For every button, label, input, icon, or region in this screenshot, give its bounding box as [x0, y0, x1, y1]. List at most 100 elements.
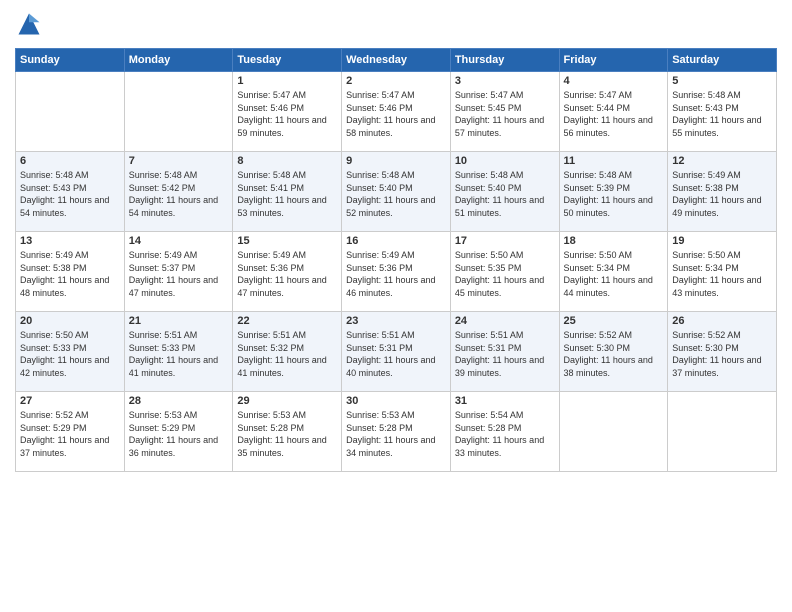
day-info: Sunrise: 5:51 AM Sunset: 5:32 PM Dayligh…: [237, 329, 337, 379]
day-number: 22: [237, 315, 337, 327]
day-info: Sunrise: 5:51 AM Sunset: 5:31 PM Dayligh…: [346, 329, 446, 379]
day-info: Sunrise: 5:53 AM Sunset: 5:28 PM Dayligh…: [346, 409, 446, 459]
day-info: Sunrise: 5:48 AM Sunset: 5:39 PM Dayligh…: [564, 169, 664, 219]
calendar-cell: 14 Sunrise: 5:49 AM Sunset: 5:37 PM Dayli…: [124, 232, 233, 312]
day-number: 21: [129, 315, 229, 327]
calendar-cell: 6 Sunrise: 5:48 AM Sunset: 5:43 PM Daylig…: [16, 152, 125, 232]
day-info: Sunrise: 5:50 AM Sunset: 5:35 PM Dayligh…: [455, 249, 555, 299]
calendar-cell: 20 Sunrise: 5:50 AM Sunset: 5:33 PM Dayli…: [16, 312, 125, 392]
day-number: 7: [129, 155, 229, 167]
day-info: Sunrise: 5:54 AM Sunset: 5:28 PM Dayligh…: [455, 409, 555, 459]
day-info: Sunrise: 5:48 AM Sunset: 5:40 PM Dayligh…: [346, 169, 446, 219]
header-row: SundayMondayTuesdayWednesdayThursdayFrid…: [16, 49, 777, 72]
calendar-cell: 2 Sunrise: 5:47 AM Sunset: 5:46 PM Daylig…: [342, 72, 451, 152]
calendar-cell: 31 Sunrise: 5:54 AM Sunset: 5:28 PM Dayli…: [450, 392, 559, 472]
col-header-monday: Monday: [124, 49, 233, 72]
day-number: 24: [455, 315, 555, 327]
week-row-4: 20 Sunrise: 5:50 AM Sunset: 5:33 PM Dayli…: [16, 312, 777, 392]
day-info: Sunrise: 5:49 AM Sunset: 5:36 PM Dayligh…: [237, 249, 337, 299]
calendar-cell: 22 Sunrise: 5:51 AM Sunset: 5:32 PM Dayli…: [233, 312, 342, 392]
day-number: 12: [672, 155, 772, 167]
calendar-cell: 9 Sunrise: 5:48 AM Sunset: 5:40 PM Daylig…: [342, 152, 451, 232]
calendar-cell: 3 Sunrise: 5:47 AM Sunset: 5:45 PM Daylig…: [450, 72, 559, 152]
day-number: 8: [237, 155, 337, 167]
calendar-cell: 18 Sunrise: 5:50 AM Sunset: 5:34 PM Dayli…: [559, 232, 668, 312]
calendar-cell: [668, 392, 777, 472]
calendar-cell: 25Sunrise: 5:52 AM Sunset: 5:30 PM Dayli…: [559, 312, 668, 392]
day-info: Sunrise: 5:53 AM Sunset: 5:28 PM Dayligh…: [237, 409, 337, 459]
calendar-cell: 19 Sunrise: 5:50 AM Sunset: 5:34 PM Dayli…: [668, 232, 777, 312]
day-info: Sunrise: 5:50 AM Sunset: 5:34 PM Dayligh…: [564, 249, 664, 299]
day-number: 15: [237, 235, 337, 247]
calendar-cell: 15 Sunrise: 5:49 AM Sunset: 5:36 PM Dayli…: [233, 232, 342, 312]
header: [15, 10, 777, 38]
col-header-tuesday: Tuesday: [233, 49, 342, 72]
calendar-cell: 10Sunrise: 5:48 AM Sunset: 5:40 PM Dayli…: [450, 152, 559, 232]
day-info: Sunrise: 5:51 AM Sunset: 5:31 PM Dayligh…: [455, 329, 555, 379]
day-number: 4: [564, 75, 664, 87]
day-info: Sunrise: 5:49 AM Sunset: 5:37 PM Dayligh…: [129, 249, 229, 299]
week-row-1: 1 Sunrise: 5:47 AM Sunset: 5:46 PM Daylig…: [16, 72, 777, 152]
calendar-cell: 16Sunrise: 5:49 AM Sunset: 5:36 PM Dayli…: [342, 232, 451, 312]
day-info: Sunrise: 5:48 AM Sunset: 5:43 PM Dayligh…: [672, 89, 772, 139]
day-info: Sunrise: 5:48 AM Sunset: 5:41 PM Dayligh…: [237, 169, 337, 219]
calendar-cell: 27 Sunrise: 5:52 AM Sunset: 5:29 PM Dayli…: [16, 392, 125, 472]
day-info: Sunrise: 5:47 AM Sunset: 5:46 PM Dayligh…: [346, 89, 446, 139]
page: SundayMondayTuesdayWednesdayThursdayFrid…: [0, 0, 792, 612]
day-info: Sunrise: 5:47 AM Sunset: 5:45 PM Dayligh…: [455, 89, 555, 139]
day-number: 2: [346, 75, 446, 87]
day-number: 23: [346, 315, 446, 327]
day-info: Sunrise: 5:48 AM Sunset: 5:42 PM Dayligh…: [129, 169, 229, 219]
day-info: Sunrise: 5:47 AM Sunset: 5:46 PM Dayligh…: [237, 89, 337, 139]
day-number: 27: [20, 395, 120, 407]
day-number: 5: [672, 75, 772, 87]
day-info: Sunrise: 5:48 AM Sunset: 5:40 PM Dayligh…: [455, 169, 555, 219]
day-info: Sunrise: 5:52 AM Sunset: 5:29 PM Dayligh…: [20, 409, 120, 459]
day-number: 31: [455, 395, 555, 407]
calendar-cell: 29 Sunrise: 5:53 AM Sunset: 5:28 PM Dayli…: [233, 392, 342, 472]
day-number: 14: [129, 235, 229, 247]
day-number: 1: [237, 75, 337, 87]
calendar-cell: 24 Sunrise: 5:51 AM Sunset: 5:31 PM Dayli…: [450, 312, 559, 392]
calendar-cell: 30Sunrise: 5:53 AM Sunset: 5:28 PM Dayli…: [342, 392, 451, 472]
day-info: Sunrise: 5:52 AM Sunset: 5:30 PM Dayligh…: [564, 329, 664, 379]
calendar-cell: 1 Sunrise: 5:47 AM Sunset: 5:46 PM Daylig…: [233, 72, 342, 152]
day-info: Sunrise: 5:49 AM Sunset: 5:38 PM Dayligh…: [672, 169, 772, 219]
calendar-cell: 11Sunrise: 5:48 AM Sunset: 5:39 PM Dayli…: [559, 152, 668, 232]
day-number: 17: [455, 235, 555, 247]
week-row-3: 13 Sunrise: 5:49 AM Sunset: 5:38 PM Dayli…: [16, 232, 777, 312]
calendar-cell: 4 Sunrise: 5:47 AM Sunset: 5:44 PM Daylig…: [559, 72, 668, 152]
col-header-saturday: Saturday: [668, 49, 777, 72]
day-number: 9: [346, 155, 446, 167]
week-row-2: 6 Sunrise: 5:48 AM Sunset: 5:43 PM Daylig…: [16, 152, 777, 232]
day-info: Sunrise: 5:49 AM Sunset: 5:36 PM Dayligh…: [346, 249, 446, 299]
day-number: 3: [455, 75, 555, 87]
week-row-5: 27 Sunrise: 5:52 AM Sunset: 5:29 PM Dayli…: [16, 392, 777, 472]
calendar-cell: 23 Sunrise: 5:51 AM Sunset: 5:31 PM Dayli…: [342, 312, 451, 392]
day-number: 18: [564, 235, 664, 247]
calendar-cell: 17 Sunrise: 5:50 AM Sunset: 5:35 PM Dayli…: [450, 232, 559, 312]
day-number: 19: [672, 235, 772, 247]
calendar-cell: [16, 72, 125, 152]
day-info: Sunrise: 5:51 AM Sunset: 5:33 PM Dayligh…: [129, 329, 229, 379]
calendar-cell: 8 Sunrise: 5:48 AM Sunset: 5:41 PM Daylig…: [233, 152, 342, 232]
day-number: 28: [129, 395, 229, 407]
day-number: 20: [20, 315, 120, 327]
calendar-cell: 26Sunrise: 5:52 AM Sunset: 5:30 PM Dayli…: [668, 312, 777, 392]
day-info: Sunrise: 5:50 AM Sunset: 5:34 PM Dayligh…: [672, 249, 772, 299]
day-number: 13: [20, 235, 120, 247]
calendar-cell: 7 Sunrise: 5:48 AM Sunset: 5:42 PM Daylig…: [124, 152, 233, 232]
day-number: 6: [20, 155, 120, 167]
calendar-cell: 21 Sunrise: 5:51 AM Sunset: 5:33 PM Dayli…: [124, 312, 233, 392]
day-number: 29: [237, 395, 337, 407]
col-header-thursday: Thursday: [450, 49, 559, 72]
day-info: Sunrise: 5:47 AM Sunset: 5:44 PM Dayligh…: [564, 89, 664, 139]
day-info: Sunrise: 5:53 AM Sunset: 5:29 PM Dayligh…: [129, 409, 229, 459]
day-info: Sunrise: 5:48 AM Sunset: 5:43 PM Dayligh…: [20, 169, 120, 219]
day-info: Sunrise: 5:49 AM Sunset: 5:38 PM Dayligh…: [20, 249, 120, 299]
col-header-wednesday: Wednesday: [342, 49, 451, 72]
calendar-cell: 28 Sunrise: 5:53 AM Sunset: 5:29 PM Dayli…: [124, 392, 233, 472]
logo-icon: [15, 10, 43, 38]
day-info: Sunrise: 5:50 AM Sunset: 5:33 PM Dayligh…: [20, 329, 120, 379]
day-number: 26: [672, 315, 772, 327]
